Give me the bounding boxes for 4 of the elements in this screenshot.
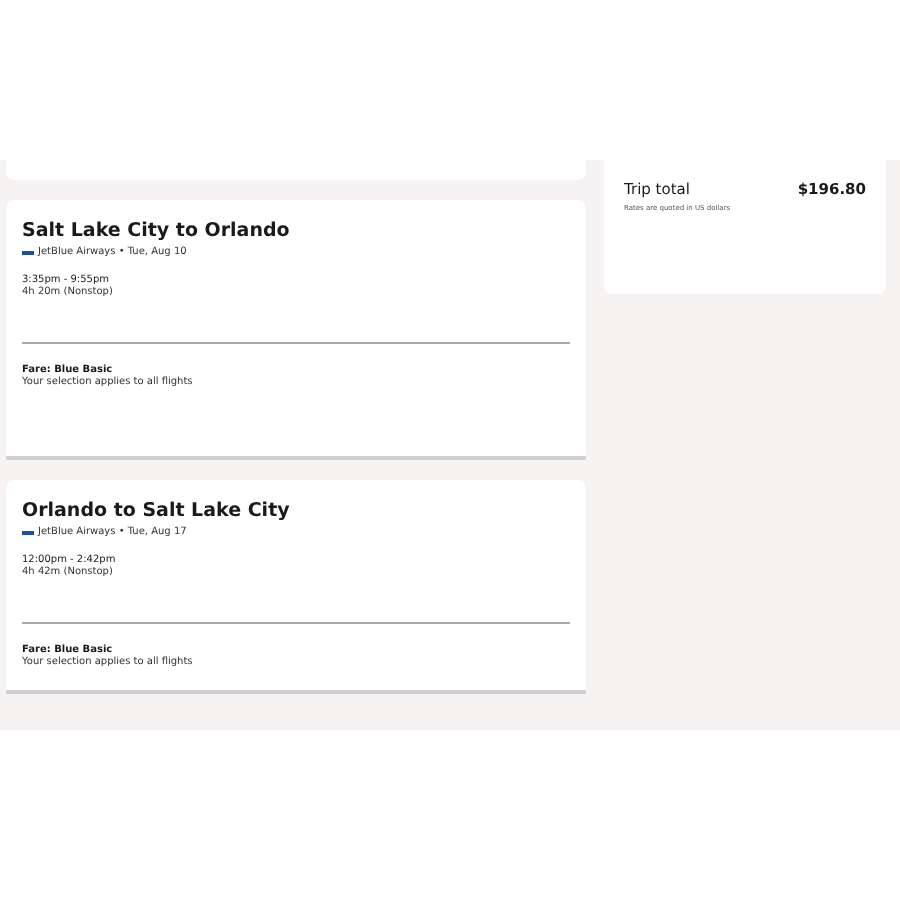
flight-title: Orlando to Salt Lake City	[22, 500, 292, 522]
airline-logo-icon	[22, 529, 34, 535]
airline-logo-icon	[22, 249, 34, 255]
flight-title: Salt Lake City to Orlando	[22, 220, 292, 242]
